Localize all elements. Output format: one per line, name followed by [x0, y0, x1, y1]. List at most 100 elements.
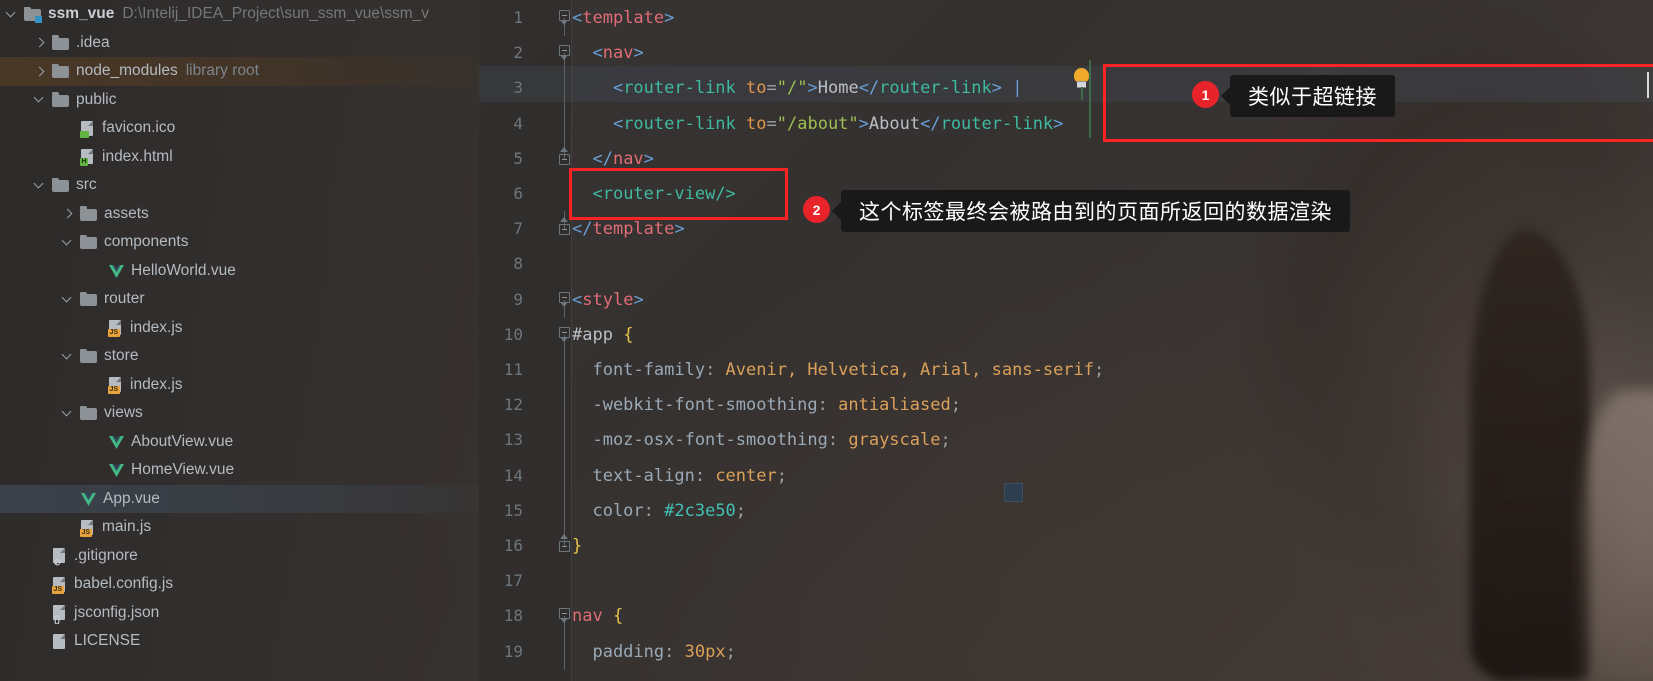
fold-marker-close[interactable]: [558, 140, 571, 177]
gitignore-file-icon: ⊘: [52, 547, 68, 567]
line-number: 19: [503, 641, 523, 661]
chevron-down-icon[interactable]: [34, 179, 47, 192]
code-line[interactable]: 2 <nav>: [479, 35, 1653, 72]
code-text[interactable]: </nav>: [572, 141, 653, 177]
fold-marker-close[interactable]: [558, 528, 571, 564]
tree-item-label: store: [104, 347, 139, 365]
tree-item-router[interactable]: router: [0, 285, 479, 314]
project-path: D:\Intelij_IDEA_Project\sun_ssm_vue\ssm_…: [122, 5, 430, 23]
tree-item-views[interactable]: views: [0, 399, 479, 428]
code-line[interactable]: 11 font-family: Avenir, Helvetica, Arial…: [479, 352, 1653, 388]
chevron-down-icon[interactable]: [34, 93, 47, 106]
tree-item-idea[interactable]: .idea: [0, 29, 479, 58]
code-text[interactable]: -webkit-font-smoothing: antialiased;: [572, 387, 961, 423]
code-text[interactable]: -moz-osx-font-smoothing: grayscale;: [572, 422, 950, 458]
code-line[interactable]: 12 -webkit-font-smoothing: antialiased;: [479, 387, 1653, 424]
code-line[interactable]: 10 #app {: [479, 317, 1653, 353]
code-text[interactable]: color: #2c3e50;: [572, 493, 746, 529]
tree-item-app-vue[interactable]: App.vue: [0, 484, 479, 513]
tree-item-favicon-ico[interactable]: favicon.ico: [0, 114, 479, 143]
code-editor[interactable]: 1 <template> 2 <nav> 3 <router-link to="/">…: [479, 0, 1653, 681]
tree-item-license[interactable]: LICENSE: [0, 627, 479, 656]
code-text[interactable]: <nav>: [572, 35, 643, 71]
code-line[interactable]: 17: [479, 563, 1653, 599]
code-line[interactable]: 5 </nav>: [479, 140, 1653, 177]
code-text[interactable]: font-family: Avenir, Helvetica, Arial, s…: [572, 352, 1104, 388]
code-text[interactable]: #app {: [572, 317, 633, 353]
css-color-preview-swatch[interactable]: [1004, 483, 1023, 502]
code-line[interactable]: 13 -moz-osx-font-smoothing: grayscale;: [479, 422, 1653, 459]
tree-item-label: babel.config.js: [74, 575, 174, 593]
code-token: >: [1053, 113, 1064, 134]
tree-item-helloworld-vue[interactable]: HelloWorld.vue: [0, 257, 479, 286]
fold-stem: [558, 352, 571, 388]
code-line[interactable]: 8: [479, 246, 1653, 282]
tree-item-homeview-vue[interactable]: HomeView.vue: [0, 456, 479, 485]
code-text[interactable]: </template>: [572, 211, 685, 247]
code-line[interactable]: 18 nav {: [479, 598, 1653, 635]
code-token: :: [643, 500, 665, 521]
tree-item-assets[interactable]: assets: [0, 200, 479, 229]
project-tree-panel[interactable]: ssm_vue D:\Intelij_IDEA_Project\sun_ssm_v…: [0, 0, 479, 681]
module-folder-icon: [24, 6, 42, 24]
fold-marker-close[interactable]: [558, 211, 571, 247]
code-token: grayscale: [848, 430, 941, 451]
code-text[interactable]: <style>: [572, 282, 644, 318]
js-file-icon: JS: [80, 519, 96, 537]
tree-item-components[interactable]: components: [0, 228, 479, 257]
tree-item-store[interactable]: store: [0, 342, 479, 371]
chevron-down-icon[interactable]: [62, 236, 75, 249]
tree-item-index-js[interactable]: JS index.js: [0, 314, 479, 343]
code-line[interactable]: 19 padding: 30px;: [479, 633, 1653, 670]
code-line[interactable]: 16}: [479, 528, 1653, 564]
chevron-down-icon[interactable]: [6, 8, 19, 21]
code-text[interactable]: <router-link to="/">Home</router-link> |: [572, 70, 1023, 106]
tree-item-jsconfig-json[interactable]: {} jsconfig.json: [0, 599, 479, 628]
code-line[interactable]: 9 <style>: [479, 282, 1653, 318]
code-text[interactable]: <template>: [572, 0, 674, 36]
code-text[interactable]: <router-view/>: [572, 176, 735, 212]
code-text[interactable]: padding: 30px;: [572, 634, 735, 670]
fold-marker-open[interactable]: [558, 35, 571, 72]
code-line[interactable]: 14 text-align: center;: [479, 457, 1653, 494]
tree-item-aboutview-vue[interactable]: AboutView.vue: [0, 428, 479, 457]
code-text[interactable]: text-align: center;: [572, 458, 787, 494]
json-file-icon: {}: [52, 604, 68, 624]
chevron-down-icon[interactable]: [62, 407, 75, 420]
tree-item-index-html[interactable]: Hindex.html: [0, 143, 479, 172]
fold-marker-open[interactable]: [558, 598, 571, 635]
tree-item-main-js[interactable]: JS main.js: [0, 513, 479, 542]
code-token: style: [582, 289, 634, 310]
tree-item-ssm-vue[interactable]: ssm_vue D:\Intelij_IDEA_Project\sun_ssm_v…: [0, 0, 479, 29]
code-text[interactable]: }: [572, 528, 582, 564]
chevron-right-icon[interactable]: [62, 207, 75, 220]
fold-marker-open[interactable]: [558, 317, 571, 353]
vue-file-icon: [108, 263, 125, 279]
line-number: 7: [513, 219, 523, 239]
tree-item-public[interactable]: public: [0, 86, 479, 115]
intention-bulb-icon[interactable]: [1071, 66, 1093, 100]
code-token: "/about": [776, 113, 859, 134]
code-line[interactable]: 3 <router-link to="/">Home</router-link>…: [479, 70, 1653, 107]
code-token: router-link: [879, 78, 992, 99]
code-token: <: [572, 113, 624, 134]
code-line[interactable]: 4 <router-link to="/about">About</router…: [479, 105, 1653, 142]
chevron-down-icon[interactable]: [62, 350, 75, 363]
code-text[interactable]: <router-link to="/about">About</router-l…: [572, 106, 1063, 142]
chevron-right-icon[interactable]: [34, 36, 47, 49]
code-line[interactable]: 15 color: #2c3e50;: [479, 492, 1653, 529]
tree-item-src[interactable]: src: [0, 171, 479, 200]
code-line[interactable]: 1 <template>: [479, 0, 1653, 36]
chevron-right-icon[interactable]: [34, 65, 47, 78]
tree-item-label: public: [76, 90, 117, 108]
chevron-down-icon[interactable]: [62, 293, 75, 306]
tree-item-gitignore[interactable]: ⊘ .gitignore: [0, 542, 479, 571]
fold-marker-open[interactable]: [558, 282, 571, 318]
tree-item-index-js[interactable]: JS index.js: [0, 371, 479, 400]
tree-item-node-modules[interactable]: node_modules library root: [0, 57, 479, 86]
fold-marker-open[interactable]: [558, 0, 571, 36]
code-text[interactable]: nav {: [572, 598, 623, 634]
tree-item-babel-config-js[interactable]: JS babel.config.js: [0, 570, 479, 599]
tree-item-hint: library root: [185, 62, 259, 80]
